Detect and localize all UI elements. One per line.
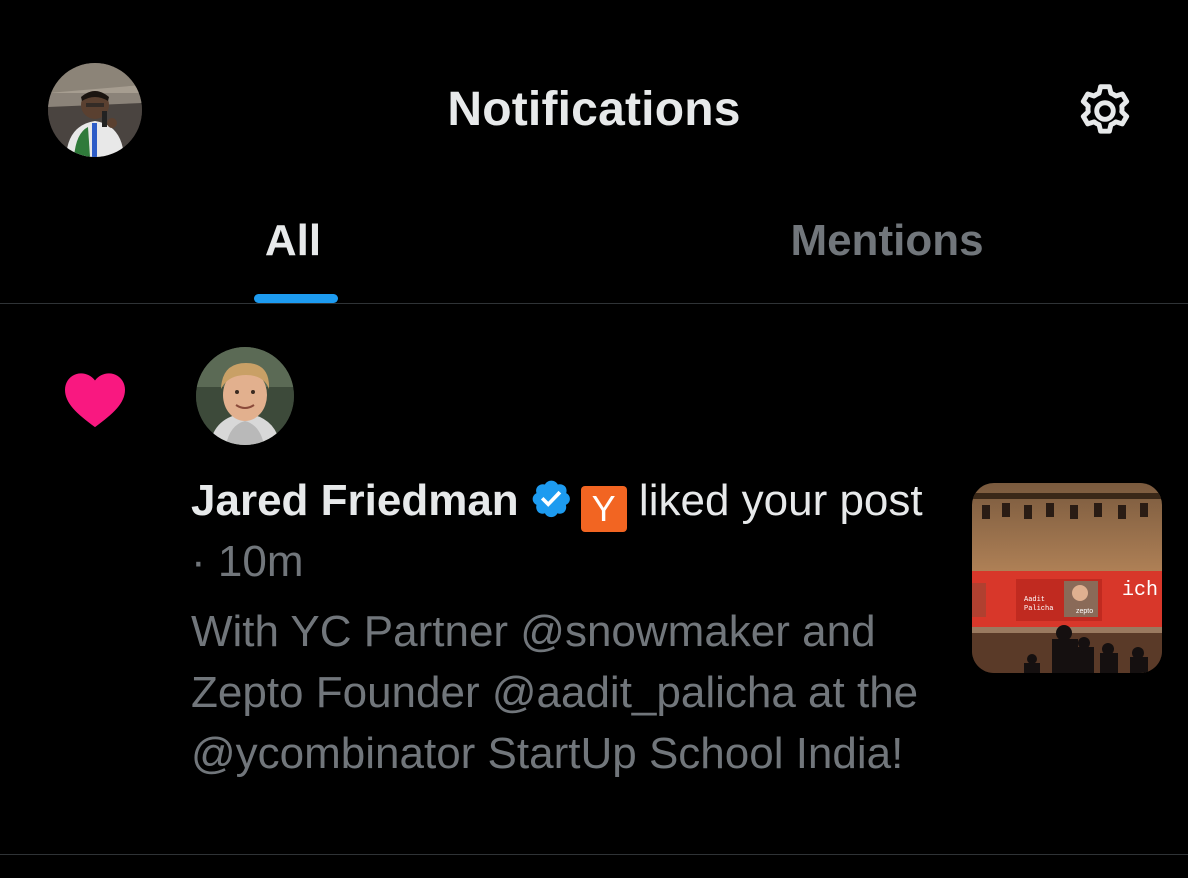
tab-mentions[interactable]: Mentions [594,200,1188,304]
notification-text: Jared Friedman Y liked your post · 10m [191,471,931,592]
thumb-side-text: ich [1122,579,1158,602]
tab-all-label: All [264,216,322,265]
settings-button[interactable] [1070,76,1140,146]
thumb-screen-line-1: Aadit [1024,596,1045,604]
thumb-brand: zepto [1076,608,1093,615]
heart-icon [65,373,125,428]
post-thumbnail[interactable]: Aadit Palicha zepto ich [972,483,1162,673]
liker-avatar-image [196,347,294,445]
liker-avatar[interactable] [196,347,294,445]
page-title: Notifications [447,83,741,136]
header: Notifications [0,0,1188,200]
tab-all[interactable]: All [0,200,594,304]
post-preview-text[interactable]: With YC Partner @snowmaker and Zepto Fou… [191,601,931,784]
timestamp: 10m [217,537,304,586]
notifications-screen: Notifications All Mentions Jared Friedma… [0,0,1188,878]
user-name[interactable]: Jared Friedman [191,476,519,525]
notification-item[interactable]: Jared Friedman Y liked your post · 10m W… [0,305,1188,855]
action-text: liked your post [638,476,923,525]
tab-mentions-label: Mentions [790,216,984,265]
verified-badge-icon [532,480,570,518]
time-separator: · [191,537,206,586]
active-tab-indicator [254,294,338,303]
yc-affiliate-badge[interactable]: Y [580,486,627,532]
tab-bar: All Mentions [0,200,1188,304]
post-thumbnail-image: Aadit Palicha zepto ich [972,483,1162,673]
gear-icon [1080,84,1130,134]
thumb-screen-line-2: Palicha [1024,605,1053,613]
